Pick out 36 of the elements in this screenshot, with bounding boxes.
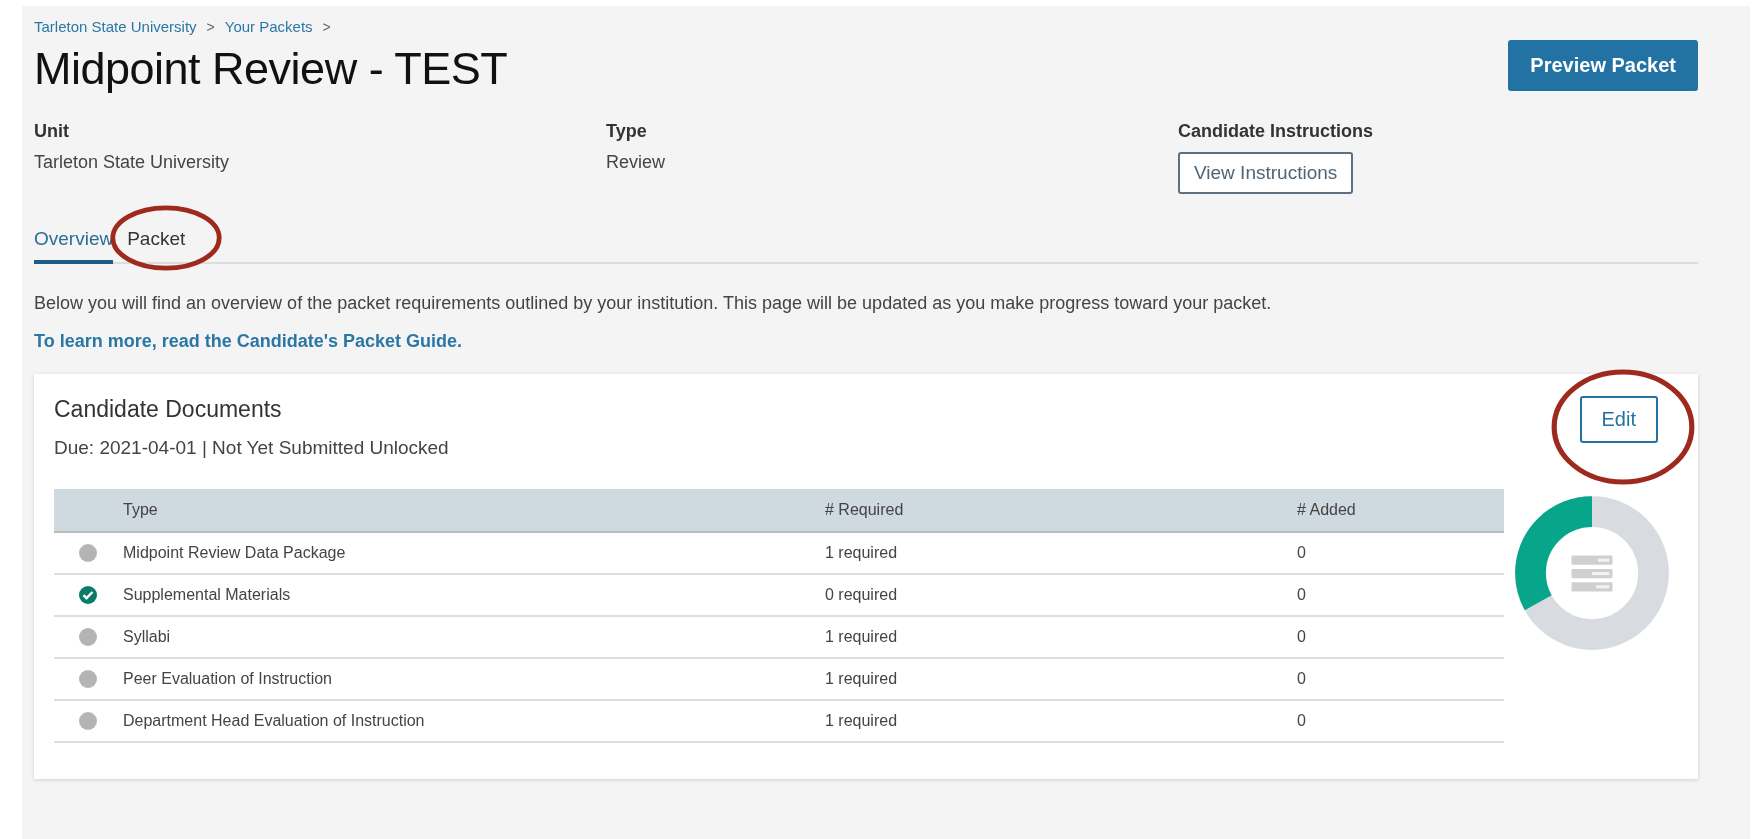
table-cell: 0 (1296, 532, 1504, 574)
table-cell: 0 (1296, 658, 1504, 700)
table-cell: 1 required (824, 532, 1296, 574)
column-header: Type (122, 489, 824, 532)
table-cell: Syllabi (122, 616, 824, 658)
tab[interactable]: Overview (34, 224, 114, 264)
table-cell: Peer Evaluation of Instruction (122, 658, 824, 700)
table-cell: 0 required (824, 574, 1296, 616)
field-label: Type (606, 121, 647, 142)
table-cell: 0 (1296, 574, 1504, 616)
breadcrumb-link[interactable]: Your Packets (224, 18, 313, 35)
table-cell: 0 (1296, 700, 1504, 742)
view-instructions-button[interactable]: View Instructions (1178, 152, 1354, 194)
table-cell: 1 required (824, 700, 1296, 742)
table-cell: 1 required (824, 616, 1296, 658)
table-cell: 0 (1296, 616, 1504, 658)
card-title: Candidate Documents (54, 396, 283, 423)
breadcrumb-link[interactable]: Tarleton State University (34, 18, 197, 35)
field-value: Tarleton State University (34, 152, 230, 173)
column-header: # Required (824, 489, 1296, 532)
table-cell: Midpoint Review Data Package (122, 532, 824, 574)
column-header: # Added (1296, 489, 1504, 532)
card-subtitle: Due: 2021-04-01 | Not Yet Submitted Unlocked (54, 437, 449, 459)
table-cell: 1 required (824, 658, 1296, 700)
table-cell: Department Head Evaluation of Instruction (122, 700, 824, 742)
breadcrumb-separator: > (322, 18, 331, 35)
field-label: Candidate Instructions (1178, 121, 1374, 142)
breadcrumb-separator: > (206, 18, 215, 35)
intro-paragraph: Below you will find an overview of the packet requirements outlined by your institution. This page will be updated as you make progress toward your packet. To learn more, read the Candidate's Packet Guide. (34, 292, 1273, 353)
field-value: Review (606, 152, 666, 173)
table-cell: Supplemental Materials (122, 574, 824, 616)
packet-guide-link[interactable]: To learn more, read the Candidate's Packet Guide. (34, 331, 463, 351)
edit-button[interactable]: Edit (1579, 396, 1658, 443)
preview-packet-button[interactable]: Preview Packet (1508, 40, 1698, 91)
field-label: Unit (34, 121, 69, 142)
page-title: Midpoint Review - TEST (34, 43, 508, 95)
